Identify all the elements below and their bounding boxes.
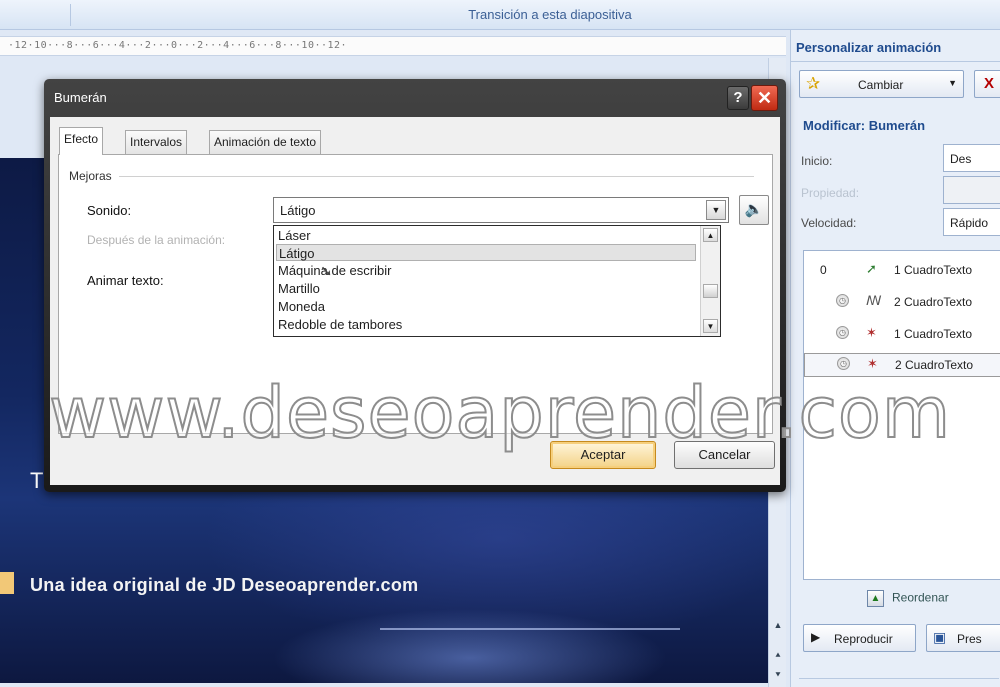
mouse-cursor-icon: ➘ bbox=[320, 263, 333, 280]
next-slide-icon[interactable]: ⯆ bbox=[771, 668, 785, 682]
item-name: 2 CuadroTexto bbox=[895, 358, 974, 372]
play-icon: ▶ bbox=[811, 630, 821, 644]
ribbon-separator bbox=[70, 4, 71, 26]
sound-option[interactable]: Redoble de tambores bbox=[276, 316, 696, 333]
boomerang-effect-icon: ✶ bbox=[866, 325, 877, 340]
clock-icon: ◷ bbox=[836, 294, 849, 307]
speed-label: Velocidad: bbox=[801, 216, 857, 230]
sound-label: Sonido: bbox=[87, 203, 132, 218]
pane-bottom-divider bbox=[799, 678, 999, 687]
pane-title: Personalizar animación bbox=[796, 40, 942, 55]
tab-animacion-texto[interactable]: Animación de texto bbox=[209, 130, 322, 154]
prev-slide-icon[interactable]: ⯅ bbox=[771, 648, 785, 662]
item-name: 1 CuadroTexto bbox=[894, 327, 973, 341]
sound-value: Látigo bbox=[280, 203, 316, 218]
property-select bbox=[943, 176, 1000, 204]
start-value: Des bbox=[950, 152, 972, 166]
speaker-icon[interactable]: 🔈 bbox=[739, 195, 769, 225]
arrow-up-icon[interactable]: ▲ bbox=[867, 590, 884, 607]
speed-select[interactable]: Rápido bbox=[943, 208, 1000, 236]
reorder-label: Reordenar bbox=[892, 590, 949, 605]
slide-show-button[interactable]: ▣ Pres bbox=[926, 624, 1000, 652]
play-label: Reproducir bbox=[834, 632, 893, 646]
chevron-down-icon: ▼ bbox=[948, 78, 957, 88]
boomerang-effect-icon: ✶ bbox=[867, 356, 878, 371]
custom-animation-pane: Personalizar animación ✰ Cambiar ▼ X Mod… bbox=[790, 30, 1000, 687]
scroll-thumb[interactable] bbox=[703, 284, 718, 298]
reorder-control[interactable]: ▲ Reordenar bbox=[867, 590, 949, 607]
play-button[interactable]: ▶ Reproducir bbox=[803, 624, 916, 652]
dropdown-scrollbar[interactable]: ▲ ▼ bbox=[700, 226, 720, 336]
slide-footer-text: Una idea original de JD Deseoaprender.co… bbox=[30, 575, 419, 595]
motion-path-icon: ꟿ bbox=[866, 293, 882, 308]
horizontal-ruler: ·12·10···8···6···4···2···0···2···4···6··… bbox=[0, 36, 786, 56]
scroll-up-icon[interactable]: ▲ bbox=[771, 618, 785, 632]
start-label: Inicio: bbox=[801, 154, 833, 168]
close-button[interactable]: ✕ bbox=[751, 85, 778, 111]
animation-list-item[interactable]: ◷ ✶ 1 CuadroTexto bbox=[804, 323, 1000, 347]
start-select[interactable]: Des bbox=[943, 144, 1000, 172]
item-name: 1 CuadroTexto bbox=[894, 263, 973, 277]
sound-option-hovered[interactable]: Látigo bbox=[276, 244, 696, 261]
change-effect-button[interactable]: ✰ Cambiar ▼ bbox=[799, 70, 964, 98]
watermark: www.deseoaprender.com bbox=[48, 371, 952, 455]
slide-accent-bar bbox=[0, 572, 14, 594]
animation-list-item[interactable]: ◷ ꟿ 2 CuadroTexto bbox=[804, 291, 1000, 315]
tab-efecto[interactable]: Efecto bbox=[59, 127, 104, 155]
slide-show-label: Pres bbox=[957, 632, 982, 646]
help-button[interactable]: ? bbox=[727, 86, 749, 110]
clock-icon: ◷ bbox=[836, 326, 849, 339]
scroll-down-icon[interactable]: ▼ bbox=[703, 319, 718, 333]
dialog-title: Bumerán bbox=[54, 90, 107, 105]
sound-option[interactable]: Martillo bbox=[276, 280, 696, 297]
ruler-numbers: ·12·10···8···6···4···2···0···2···4···6··… bbox=[8, 40, 348, 51]
water-reflection bbox=[380, 628, 680, 638]
change-label: Cambiar bbox=[858, 78, 904, 92]
slideshow-icon: ▣ bbox=[933, 629, 947, 645]
slide-title-fragment: T bbox=[30, 468, 44, 493]
pane-divider bbox=[791, 61, 1000, 62]
after-animation-label: Después de la animación: bbox=[87, 233, 226, 247]
property-label: Propiedad: bbox=[801, 186, 860, 200]
animation-list-item[interactable]: 0 ➚ 1 CuadroTexto bbox=[804, 259, 1000, 283]
sound-dropdown-list[interactable]: Láser Látigo Máquina de escribir Martill… bbox=[273, 225, 721, 337]
item-order-number: 0 bbox=[820, 263, 827, 277]
modify-title: Modificar: Bumerán bbox=[803, 118, 926, 133]
sound-option[interactable]: Láser bbox=[276, 227, 696, 244]
sound-option[interactable]: Máquina de escribir bbox=[276, 262, 696, 279]
entrance-effect-icon: ➚ bbox=[866, 261, 877, 276]
clock-icon: ◷ bbox=[837, 357, 850, 370]
section-label: Mejoras bbox=[69, 169, 112, 183]
speed-value: Rápido bbox=[950, 216, 989, 230]
remove-effect-button[interactable]: X bbox=[974, 70, 1000, 98]
sound-option[interactable]: Moneda bbox=[276, 298, 696, 315]
star-icon: ✰ bbox=[806, 74, 821, 93]
sound-select[interactable]: Látigo ▼ bbox=[273, 197, 729, 223]
transition-caption[interactable]: Transición a esta diapositiva bbox=[380, 7, 720, 22]
animate-text-label: Animar texto: bbox=[87, 273, 164, 288]
chevron-down-icon[interactable]: ▼ bbox=[706, 200, 726, 220]
section-divider bbox=[119, 176, 754, 177]
ribbon-strip: Transición a esta diapositiva bbox=[0, 0, 1000, 30]
scroll-up-icon[interactable]: ▲ bbox=[703, 228, 718, 242]
tab-intervalos[interactable]: Intervalos bbox=[125, 130, 188, 154]
item-name: 2 CuadroTexto bbox=[894, 295, 973, 309]
